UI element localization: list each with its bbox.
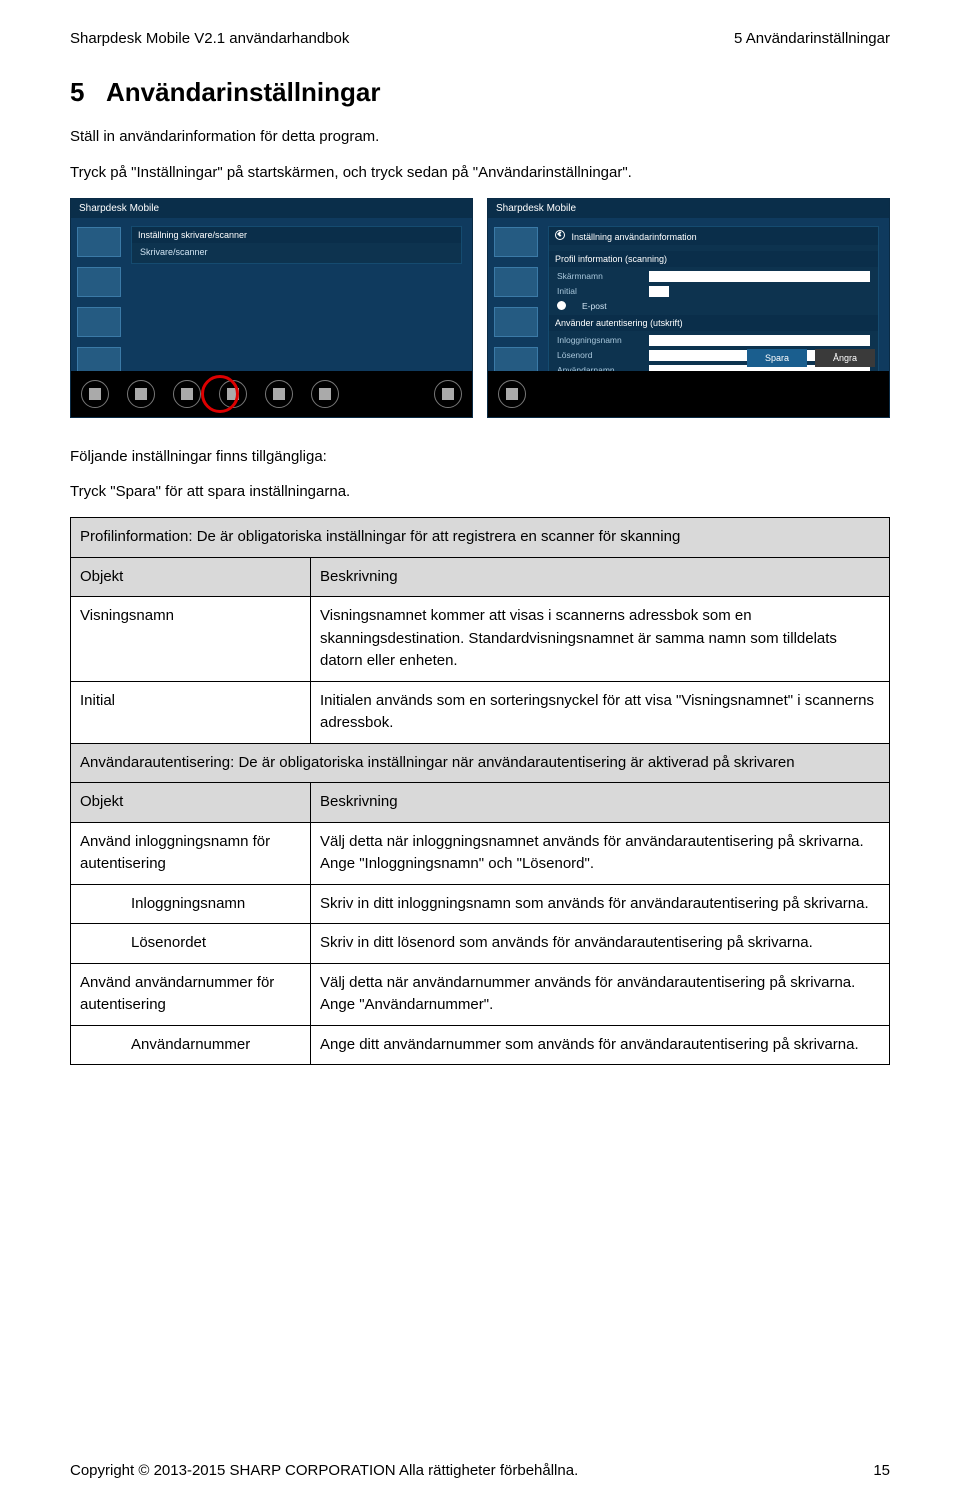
panel-row: Skrivare/scanner — [140, 247, 453, 257]
field-label: Skärmnamn — [557, 271, 637, 282]
app-bar — [71, 371, 472, 417]
sidebar-icon — [494, 307, 538, 337]
sidebar-icon — [494, 227, 538, 257]
settings-table: Profilinformation: De är obligatoriska i… — [70, 517, 890, 1065]
footer-copyright: Copyright © 2013-2015 SHARP CORPORATION … — [70, 1462, 578, 1479]
appbar-icon[interactable] — [81, 380, 109, 408]
screenshot-user-settings: Sharpdesk Mobile Inställning användarinf… — [487, 198, 890, 418]
table-cell-initial: Initial — [71, 681, 311, 743]
table-cell-login-name-desc: Skriv in ditt inloggningsnamn som använd… — [311, 884, 890, 924]
appbar-icon[interactable] — [434, 380, 462, 408]
sidebar-icons — [77, 227, 123, 377]
field-label: Lösenord — [557, 350, 637, 361]
sidebar-icons — [494, 227, 540, 377]
appbar-icon[interactable] — [498, 380, 526, 408]
table-cell-usernum-desc: Ange ditt användarnummer som används för… — [311, 1025, 890, 1065]
table-cell-use-usernum-desc: Välj detta när användarnummer används fö… — [311, 963, 890, 1025]
sidebar-icon — [77, 227, 121, 257]
sidebar-icon — [77, 267, 121, 297]
table-section-head: Profilinformation: De är obligatoriska i… — [71, 518, 890, 558]
table-cell-password-desc: Skriv in ditt lösenord som används för a… — [311, 924, 890, 964]
field-value[interactable] — [649, 286, 669, 297]
radio-label: E-post — [582, 301, 607, 311]
screenshots-row: Sharpdesk Mobile Inställning skrivare/sc… — [70, 198, 890, 418]
field-label: Inloggningsnamn — [557, 335, 637, 346]
table-header-beskrivning: Beskrivning — [311, 783, 890, 823]
footer-page-number: 15 — [873, 1462, 890, 1479]
table-cell-password: Lösenordet — [71, 924, 311, 964]
table-cell-use-usernum: Använd användarnummer för autentisering — [71, 963, 311, 1025]
sidebar-icon — [77, 307, 121, 337]
inner-panel: Inställning skrivare/scanner Skrivare/sc… — [131, 226, 462, 264]
appbar-icon[interactable] — [311, 380, 339, 408]
table-section-head: Användarautentisering: De är obligatoris… — [71, 743, 890, 783]
field-value[interactable] — [649, 335, 870, 346]
heading-number: 5 — [70, 77, 106, 108]
panel-head: Inställning skrivare/scanner — [132, 227, 461, 243]
table-cell-visningsnamn: Visningsnamn — [71, 597, 311, 682]
table-cell-usernum: Användarnummer — [71, 1025, 311, 1065]
cancel-button[interactable]: Ångra — [815, 349, 875, 367]
header-right: 5 Användarinställningar — [734, 30, 890, 47]
app-title: Sharpdesk Mobile — [71, 199, 472, 218]
sidebar-icon — [494, 267, 538, 297]
heading-text: Användarinställningar — [106, 77, 381, 107]
red-circle-annotation — [201, 375, 239, 413]
page-header: Sharpdesk Mobile V2.1 användarhandbok 5 … — [70, 30, 890, 47]
section-profile: Profil information (scanning) — [549, 251, 878, 267]
header-left: Sharpdesk Mobile V2.1 användarhandbok — [70, 30, 349, 47]
table-header-objekt: Objekt — [71, 783, 311, 823]
appbar-icon[interactable] — [265, 380, 293, 408]
table-cell-use-login: Använd inloggningsnamn för autentisering — [71, 822, 311, 884]
appbar-icon[interactable] — [127, 380, 155, 408]
appbar-icon[interactable] — [173, 380, 201, 408]
table-header-objekt: Objekt — [71, 557, 311, 597]
intro-paragraph-2: Tryck på "Inställningar" på startskärmen… — [70, 162, 890, 184]
app-bar — [488, 371, 889, 417]
intro-paragraph-1: Ställ in användarinformation för detta p… — [70, 126, 890, 148]
table-cell-visningsnamn-desc: Visningsnamnet kommer att visas i scanne… — [311, 597, 890, 682]
save-button[interactable]: Spara — [747, 349, 807, 367]
table-cell-login-name: Inloggningsnamn — [71, 884, 311, 924]
table-header-beskrivning: Beskrivning — [311, 557, 890, 597]
radio-icon[interactable] — [557, 301, 566, 310]
screenshot-settings: Sharpdesk Mobile Inställning skrivare/sc… — [70, 198, 473, 418]
body-paragraph: Tryck "Spara" för att spara inställninga… — [70, 481, 890, 503]
app-title: Sharpdesk Mobile — [488, 199, 889, 218]
body-paragraph: Följande inställningar finns tillgänglig… — [70, 446, 890, 468]
page-footer: Copyright © 2013-2015 SHARP CORPORATION … — [70, 1462, 890, 1479]
section-auth: Använder autentisering (utskrift) — [549, 315, 878, 331]
field-label: Initial — [557, 286, 637, 297]
page-title: 5Användarinställningar — [70, 77, 890, 108]
field-value[interactable] — [649, 271, 870, 282]
table-cell-use-login-desc: Välj detta när inloggningsnamnet används… — [311, 822, 890, 884]
table-cell-initial-desc: Initialen används som en sorteringsnycke… — [311, 681, 890, 743]
panel-head: Inställning användarinformation — [572, 232, 697, 242]
